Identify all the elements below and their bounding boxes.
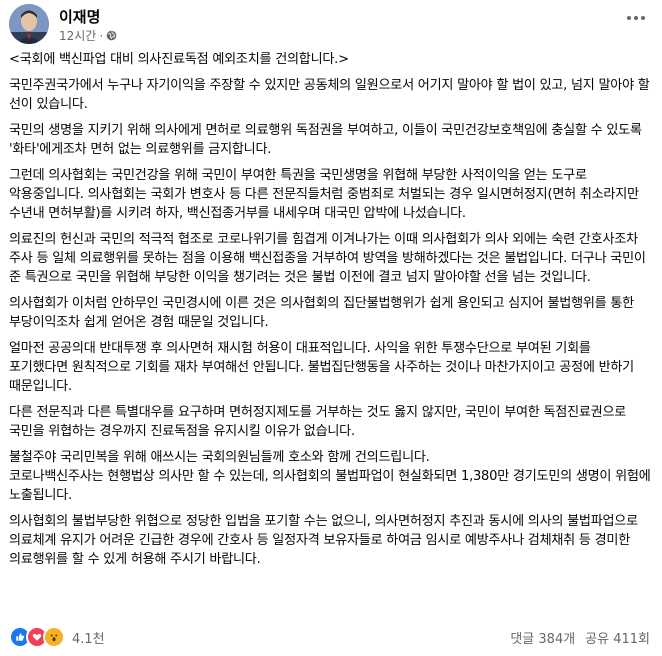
reaction-count[interactable]: 4.1천 [72, 628, 105, 647]
more-icon[interactable] [624, 10, 648, 26]
avatar[interactable] [9, 4, 49, 44]
post-paragraph: 의사협회가 이처럼 안하무인 국민경시에 이른 것은 의사협회의 집단불법행위가… [9, 296, 634, 330]
post-stats: 댓글 384개 공유 411회 [510, 628, 650, 647]
post-paragraph: 국민의 생명을 지키기 위해 의사에게 면허로 의료행위 독점권을 부여하고, … [9, 123, 642, 157]
post-paragraph: 그런데 의사협회는 국민건강을 위해 국민이 부여한 특권을 국민생명을 위협해… [9, 168, 639, 221]
post-paragraph: 코로나백신주사는 현행법상 의사만 할 수 있는데, 의사협회의 불법파업이 현… [9, 469, 651, 503]
post-paragraph: 국민주권국가에서 누구나 자기이익을 주장할 수 있지만 공동체의 일원으로서 … [9, 78, 650, 112]
globe-icon [106, 30, 117, 41]
avatar-image [9, 4, 49, 44]
post-meta: 12시간 · [59, 27, 117, 44]
share-count[interactable]: 공유 411회 [585, 628, 650, 647]
author-name[interactable]: 이재명 [59, 6, 100, 27]
comment-count[interactable]: 댓글 384개 [510, 628, 575, 647]
post-paragraph: 불철주야 국리민복을 위해 애쓰시는 국회의원님들께 호소와 함께 건의드립니다… [9, 450, 430, 465]
post-time[interactable]: 12시간 [59, 27, 96, 44]
meta-separator: · [99, 28, 104, 43]
post-paragraph: 의사협회의 불법부당한 위협으로 정당한 입법을 포기할 수는 없으니, 의사면… [9, 514, 638, 567]
post-paragraph: <국회에 백신파업 대비 의사진료독점 예외조치를 건의합니다.> [9, 52, 349, 67]
reactions[interactable]: 4.1천 [9, 626, 105, 648]
post-paragraph: 다른 전문직과 다른 특별대우를 요구하며 면허정지제도를 거부하는 것도 옳지… [9, 405, 627, 439]
post-header: 이재명 12시간 · [0, 0, 662, 48]
post-body: <국회에 백신파업 대비 의사진료독점 예외조치를 건의합니다.> 국민주권국가… [9, 50, 653, 576]
post-paragraph: 얼마전 공공의대 반대투쟁 후 의사면허 재시험 허용이 대표적입니다. 사익을… [9, 341, 634, 394]
post-footer: 4.1천 댓글 384개 공유 411회 [0, 620, 662, 650]
post-paragraph: 의료진의 헌신과 국민의 적극적 협조로 코로나위기를 힘겹게 이겨나가는 이때… [9, 232, 646, 285]
wow-icon [43, 626, 65, 648]
